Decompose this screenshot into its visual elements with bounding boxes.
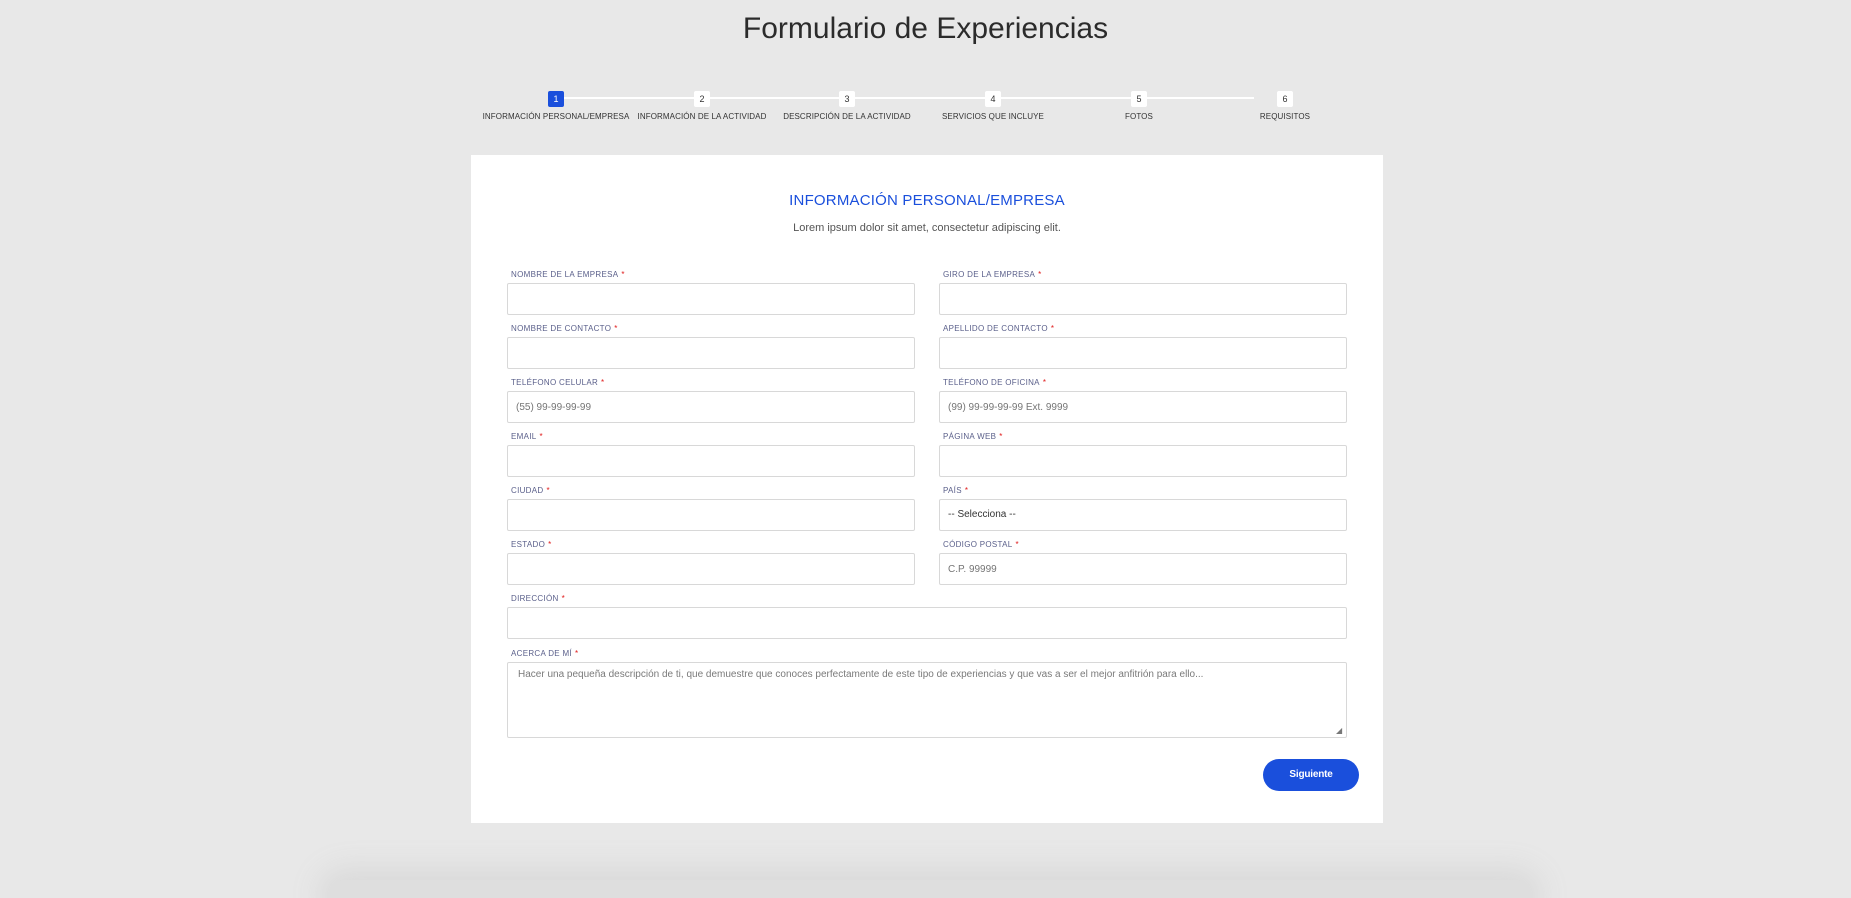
page-footer-shadow bbox=[330, 880, 1530, 898]
section-title: INFORMACIÓN PERSONAL/EMPRESA bbox=[789, 192, 1065, 209]
step-label: INFORMACIÓN PERSONAL/EMPRESA bbox=[482, 112, 630, 121]
state-field: ESTADO * bbox=[507, 540, 915, 586]
step-number: 4 bbox=[985, 91, 1001, 107]
field-label: NOMBRE DE LA EMPRESA * bbox=[511, 270, 625, 279]
progress-stepper: 1 INFORMACIÓN PERSONAL/EMPRESA 2 INFORMA… bbox=[470, 89, 1350, 129]
business-line-input[interactable] bbox=[939, 283, 1347, 315]
required-mark: * bbox=[999, 432, 1003, 441]
step-1[interactable]: 1 INFORMACIÓN PERSONAL/EMPRESA bbox=[476, 89, 636, 121]
company-name-input[interactable] bbox=[507, 283, 915, 315]
country-select[interactable]: -- Selecciona -- bbox=[939, 499, 1347, 531]
address-input[interactable] bbox=[507, 607, 1347, 639]
step-number: 3 bbox=[839, 91, 855, 107]
step-label: DESCRIPCIÓN DE LA ACTIVIDAD bbox=[783, 112, 911, 121]
field-label: EMAIL * bbox=[511, 432, 543, 441]
step-number: 6 bbox=[1277, 91, 1293, 107]
required-mark: * bbox=[614, 324, 618, 333]
postal-code-field: CÓDIGO POSTAL * bbox=[939, 540, 1347, 586]
step-2[interactable]: 2 INFORMACIÓN DE LA ACTIVIDAD bbox=[622, 89, 782, 121]
step-label: SERVICIOS QUE INCLUYE bbox=[942, 112, 1044, 121]
contact-name-input[interactable] bbox=[507, 337, 915, 369]
required-mark: * bbox=[621, 270, 625, 279]
field-label: PÁGINA WEB * bbox=[943, 432, 1003, 441]
field-label: PAÍS * bbox=[943, 486, 969, 495]
section-subtitle: Lorem ipsum dolor sit amet, consectetur … bbox=[793, 222, 1061, 234]
required-mark: * bbox=[539, 432, 543, 441]
mobile-phone-input[interactable] bbox=[507, 391, 915, 423]
required-mark: * bbox=[1038, 270, 1042, 279]
country-field: PAÍS * -- Selecciona -- bbox=[939, 486, 1347, 532]
city-field: CIUDAD * bbox=[507, 486, 915, 532]
field-label: NOMBRE DE CONTACTO * bbox=[511, 324, 618, 333]
office-phone-field: TELÉFONO DE OFICINA * bbox=[939, 378, 1347, 424]
step-number: 5 bbox=[1131, 91, 1147, 107]
field-label: TELÉFONO DE OFICINA * bbox=[943, 378, 1047, 387]
business-line-field: GIRO DE LA EMPRESA * bbox=[939, 270, 1347, 316]
contact-name-field: NOMBRE DE CONTACTO * bbox=[507, 324, 915, 370]
required-mark: * bbox=[546, 486, 550, 495]
email-field: EMAIL * bbox=[507, 432, 915, 478]
field-label: CÓDIGO POSTAL * bbox=[943, 540, 1019, 549]
form-card: INFORMACIÓN PERSONAL/EMPRESA Lorem ipsum… bbox=[471, 155, 1383, 823]
contact-lastname-field: APELLIDO DE CONTACTO * bbox=[939, 324, 1347, 370]
step-6[interactable]: 6 REQUISITOS bbox=[1205, 89, 1365, 121]
required-mark: * bbox=[601, 378, 605, 387]
step-5[interactable]: 5 FOTOS bbox=[1059, 89, 1219, 121]
step-4[interactable]: 4 SERVICIOS QUE INCLUYE bbox=[913, 89, 1073, 121]
city-input[interactable] bbox=[507, 499, 915, 531]
field-label: TELÉFONO CELULAR * bbox=[511, 378, 605, 387]
required-mark: * bbox=[548, 540, 552, 549]
mobile-phone-field: TELÉFONO CELULAR * bbox=[507, 378, 915, 424]
field-label: GIRO DE LA EMPRESA * bbox=[943, 270, 1042, 279]
state-input[interactable] bbox=[507, 553, 915, 585]
about-me-field: ACERCA DE MÍ * Hacer una pequeña descripc… bbox=[507, 649, 1347, 739]
address-field: DIRECCIÓN * bbox=[507, 594, 1347, 640]
step-number: 2 bbox=[694, 91, 710, 107]
required-mark: * bbox=[1042, 378, 1047, 387]
field-label: APELLIDO DE CONTACTO * bbox=[943, 324, 1055, 333]
step-3[interactable]: 3 DESCRIPCIÓN DE LA ACTIVIDAD bbox=[767, 89, 927, 121]
required-mark: * bbox=[574, 649, 579, 658]
contact-lastname-input[interactable] bbox=[939, 337, 1347, 369]
required-mark: * bbox=[561, 594, 566, 603]
step-label: FOTOS bbox=[1125, 112, 1153, 121]
required-mark: * bbox=[1050, 324, 1055, 333]
website-input[interactable] bbox=[939, 445, 1347, 477]
step-number: 1 bbox=[548, 91, 564, 107]
required-mark: * bbox=[1015, 540, 1019, 549]
resize-handle-icon[interactable]: ◢ bbox=[1336, 727, 1344, 735]
website-field: PÁGINA WEB * bbox=[939, 432, 1347, 478]
field-label: ACERCA DE MÍ * bbox=[511, 649, 579, 658]
email-input[interactable] bbox=[507, 445, 915, 477]
about-me-placeholder: Hacer una pequeña descripción de ti, que… bbox=[518, 669, 1204, 680]
company-name-field: NOMBRE DE LA EMPRESA * bbox=[507, 270, 915, 316]
field-label: ESTADO * bbox=[511, 540, 552, 549]
required-mark: * bbox=[964, 486, 969, 495]
postal-code-input[interactable] bbox=[939, 553, 1347, 585]
field-label: DIRECCIÓN * bbox=[511, 594, 566, 603]
step-label: REQUISITOS bbox=[1259, 112, 1311, 121]
about-me-textarea[interactable]: Hacer una pequeña descripción de ti, que… bbox=[507, 662, 1347, 738]
office-phone-input[interactable] bbox=[939, 391, 1347, 423]
next-button[interactable]: Siguiente bbox=[1263, 759, 1359, 791]
step-label: INFORMACIÓN DE LA ACTIVIDAD bbox=[637, 112, 767, 121]
field-label: CIUDAD * bbox=[511, 486, 550, 495]
page-title: Formulario de Experiencias bbox=[742, 12, 1109, 45]
